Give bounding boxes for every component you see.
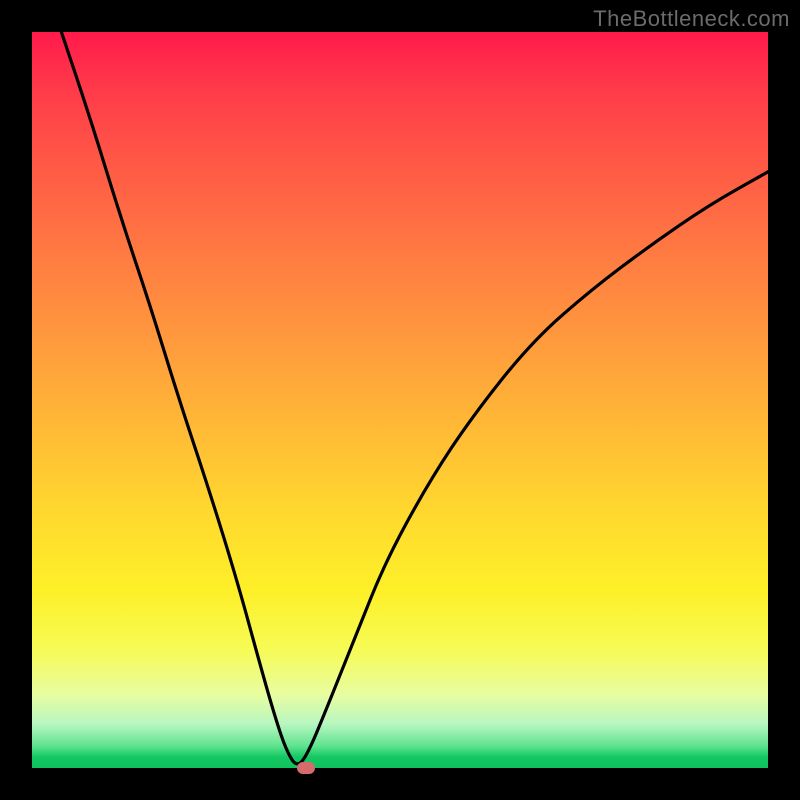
current-point-marker (297, 762, 315, 774)
bottleneck-curve (61, 32, 768, 764)
watermark-text: TheBottleneck.com (593, 6, 790, 32)
chart-frame: TheBottleneck.com (0, 0, 800, 800)
curve-layer (32, 32, 768, 768)
plot-area (32, 32, 768, 768)
